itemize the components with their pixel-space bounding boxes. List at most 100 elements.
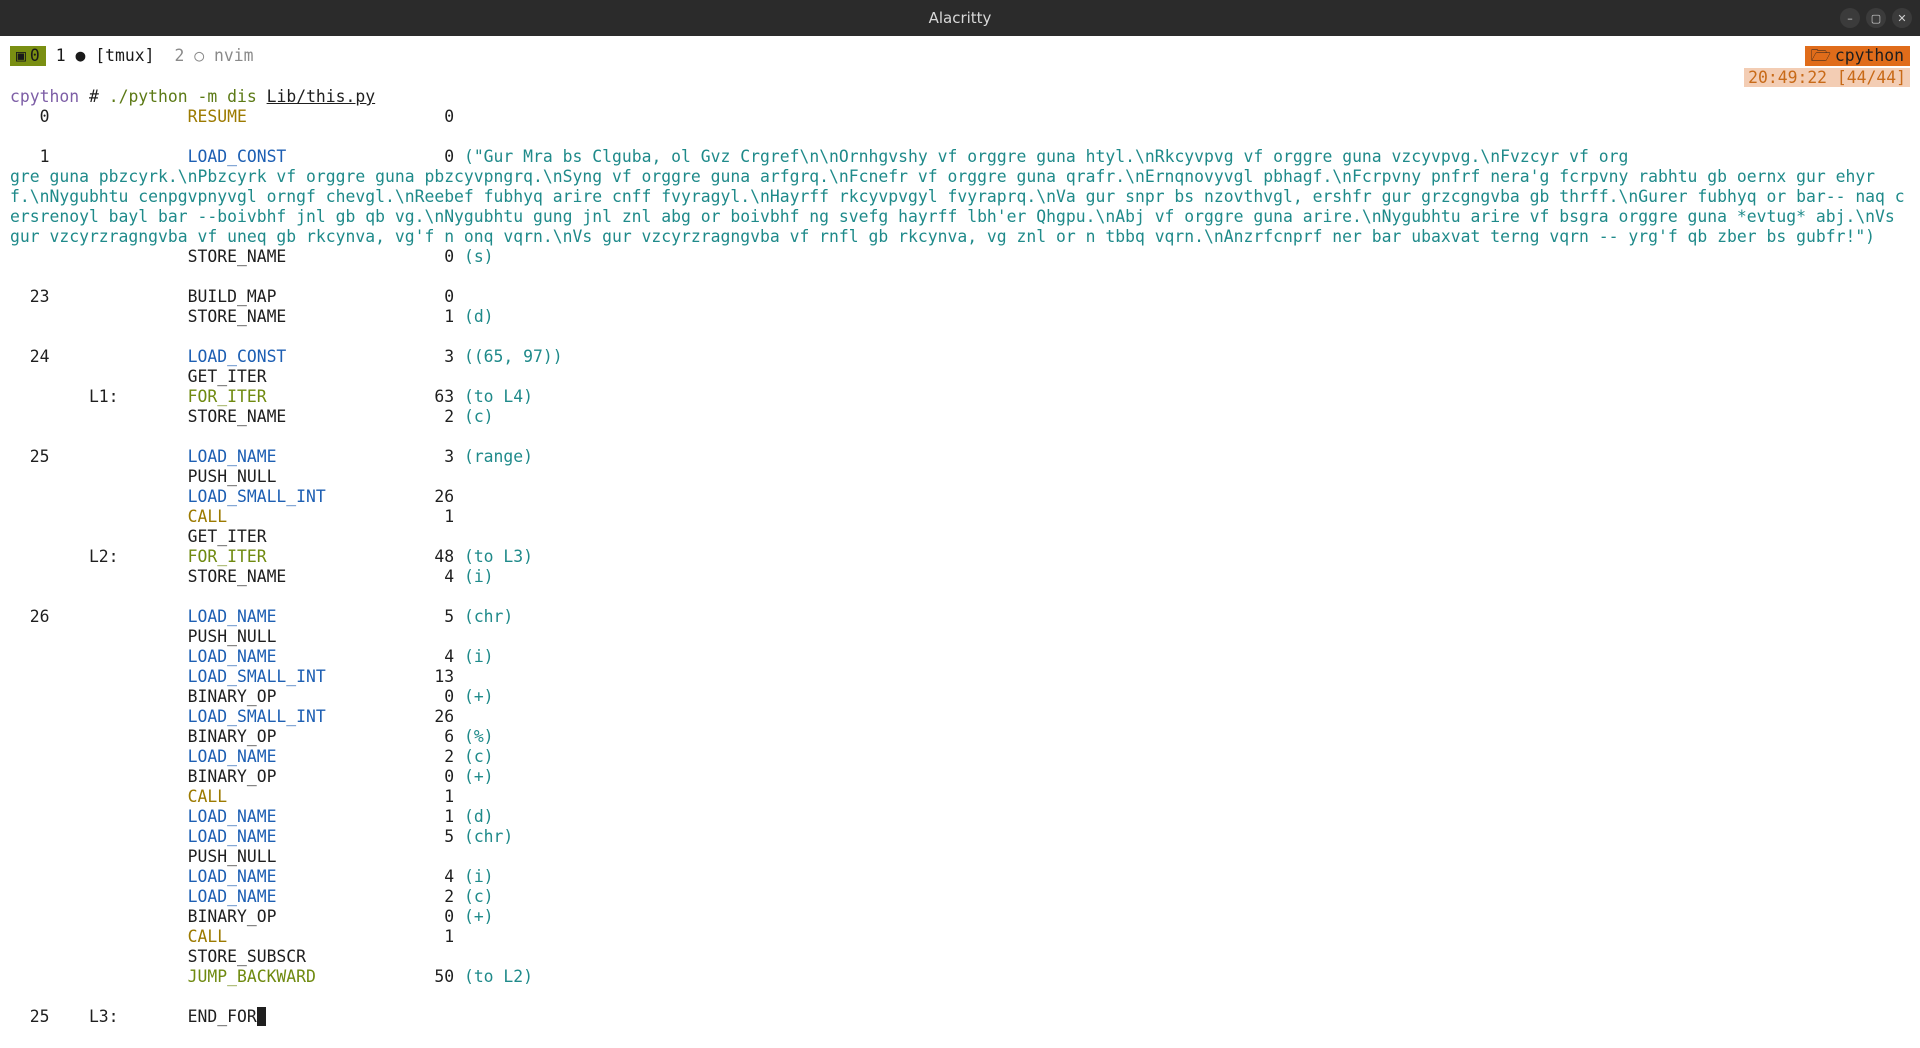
oparg-detail: (%) — [454, 727, 494, 746]
terminal-cursor — [256, 1007, 266, 1026]
opcode: END_FOR — [187, 1007, 257, 1026]
oparg: 0 — [424, 907, 455, 926]
opcode: FOR_ITER — [187, 547, 425, 566]
oparg-detail: (c) — [454, 747, 494, 766]
tmux-window-2[interactable]: 2 ○ nvim — [164, 46, 263, 66]
oparg: 5 — [424, 827, 455, 846]
oparg-detail: (to L3) — [454, 547, 534, 566]
opcode: STORE_NAME — [187, 247, 425, 266]
opcode: LOAD_SMALL_INT — [187, 667, 425, 686]
tmux-session[interactable]: ▣ 0 — [10, 46, 46, 66]
line-number — [10, 707, 188, 726]
opcode: LOAD_CONST — [187, 347, 425, 366]
instruction-row: STORE_SUBSCR — [10, 947, 1910, 967]
opcode: LOAD_NAME — [187, 607, 425, 626]
oparg: 63 — [424, 387, 455, 406]
tmux-window-index: 2 — [174, 46, 185, 65]
instruction-row: PUSH_NULL — [10, 467, 1910, 487]
opcode: LOAD_CONST — [187, 147, 425, 166]
oparg-detail: (d) — [454, 807, 494, 826]
oparg: 6 — [424, 727, 455, 746]
oparg: 2 — [424, 887, 455, 906]
opcode: STORE_SUBSCR — [187, 947, 425, 966]
constant-string: gre guna pbzcyrk.\nPbzcyrk vf orggre gun… — [10, 167, 1905, 246]
oparg: 13 — [424, 667, 455, 686]
instruction-row: GET_ITER — [10, 527, 1910, 547]
close-icon[interactable]: ✕ — [1892, 8, 1912, 28]
oparg: 0 — [424, 107, 455, 126]
prompt-host: cpython — [10, 87, 80, 106]
oparg: 4 — [424, 867, 455, 886]
terminal-icon: ▣ — [16, 46, 26, 65]
oparg — [424, 527, 454, 546]
disassembly-listing: 0 RESUME 0 1 LOAD_CONST 0 ("Gur Mra bs C… — [10, 107, 1910, 1027]
oparg: 1 — [424, 807, 455, 826]
oparg — [424, 847, 454, 866]
instruction-row: LOAD_SMALL_INT 26 — [10, 487, 1910, 507]
tmux-right-status: 🗁 cpython — [1804, 46, 1910, 66]
instruction-row: 25 L3: END_FOR — [10, 1007, 1910, 1027]
oparg: 0 — [424, 767, 455, 786]
opcode: CALL — [187, 787, 425, 806]
line-number — [10, 307, 188, 326]
opcode: LOAD_SMALL_INT — [187, 707, 425, 726]
instruction-row: 23 BUILD_MAP 0 — [10, 287, 1910, 307]
opcode: BINARY_OP — [187, 767, 425, 786]
instruction-row: L1: FOR_ITER 63 (to L4) — [10, 387, 1910, 407]
opcode: LOAD_NAME — [187, 887, 425, 906]
line-number: L1: — [10, 387, 188, 406]
instruction-row: LOAD_SMALL_INT 13 — [10, 667, 1910, 687]
tmux-window-1[interactable]: 1 ● [tmux] — [46, 46, 165, 66]
oparg-detail: (d) — [454, 307, 494, 326]
tmux-status-bar: ▣ 0 1 ● [tmux] 2 ○ nvim 🗁 cpython — [0, 46, 1920, 66]
instruction-row: LOAD_NAME 2 (c) — [10, 747, 1910, 767]
instruction-row: 0 RESUME 0 — [10, 107, 1910, 127]
oparg: 50 — [424, 967, 455, 986]
instruction-row: L2: FOR_ITER 48 (to L3) — [10, 547, 1910, 567]
oparg-detail: (+) — [454, 687, 494, 706]
window-titlebar: Alacritty – ▢ ✕ — [0, 0, 1920, 36]
current-directory: cpython — [1834, 46, 1904, 65]
instruction-row: STORE_NAME 2 (c) — [10, 407, 1910, 427]
minimize-icon[interactable]: – — [1840, 8, 1860, 28]
oparg: 2 — [424, 747, 455, 766]
opcode: RESUME — [187, 107, 425, 126]
line-number — [10, 907, 188, 926]
terminal-output[interactable]: cpython # ./python -m dis Lib/this.py 0 … — [10, 87, 1910, 1027]
oparg-detail: (+) — [454, 767, 494, 786]
line-number — [10, 887, 188, 906]
instruction-row: JUMP_BACKWARD 50 (to L2) — [10, 967, 1910, 987]
instruction-row: BINARY_OP 0 (+) — [10, 687, 1910, 707]
opcode: GET_ITER — [187, 367, 425, 386]
line-number — [10, 947, 188, 966]
prompt-command: ./python -m dis — [108, 87, 267, 106]
line-number — [10, 747, 188, 766]
line-number — [10, 847, 188, 866]
tmux-clock: 20:49:22 [44/44] — [1744, 68, 1910, 87]
oparg: 5 — [424, 607, 455, 626]
oparg: 0 — [424, 687, 455, 706]
opcode: STORE_NAME — [187, 567, 425, 586]
oparg-detail: (s) — [454, 247, 494, 266]
opcode: BINARY_OP — [187, 727, 425, 746]
oparg-detail: (c) — [454, 887, 494, 906]
line-number: L2: — [10, 547, 188, 566]
oparg-detail: (c) — [454, 407, 494, 426]
oparg: 1 — [424, 307, 455, 326]
oparg: 48 — [424, 547, 455, 566]
opcode: LOAD_NAME — [187, 807, 425, 826]
oparg — [424, 467, 454, 486]
maximize-icon[interactable]: ▢ — [1866, 8, 1886, 28]
instruction-row: 25 LOAD_NAME 3 (range) — [10, 447, 1910, 467]
oparg-detail: (chr) — [454, 607, 514, 626]
instruction-row: BINARY_OP 0 (+) — [10, 767, 1910, 787]
oparg: 0 — [424, 247, 455, 266]
line-number — [10, 727, 188, 746]
line-number — [10, 567, 188, 586]
line-number — [10, 807, 188, 826]
line-number — [10, 767, 188, 786]
instruction-row: STORE_NAME 4 (i) — [10, 567, 1910, 587]
oparg — [424, 367, 454, 386]
tmux-window-name: nvim — [213, 46, 254, 65]
